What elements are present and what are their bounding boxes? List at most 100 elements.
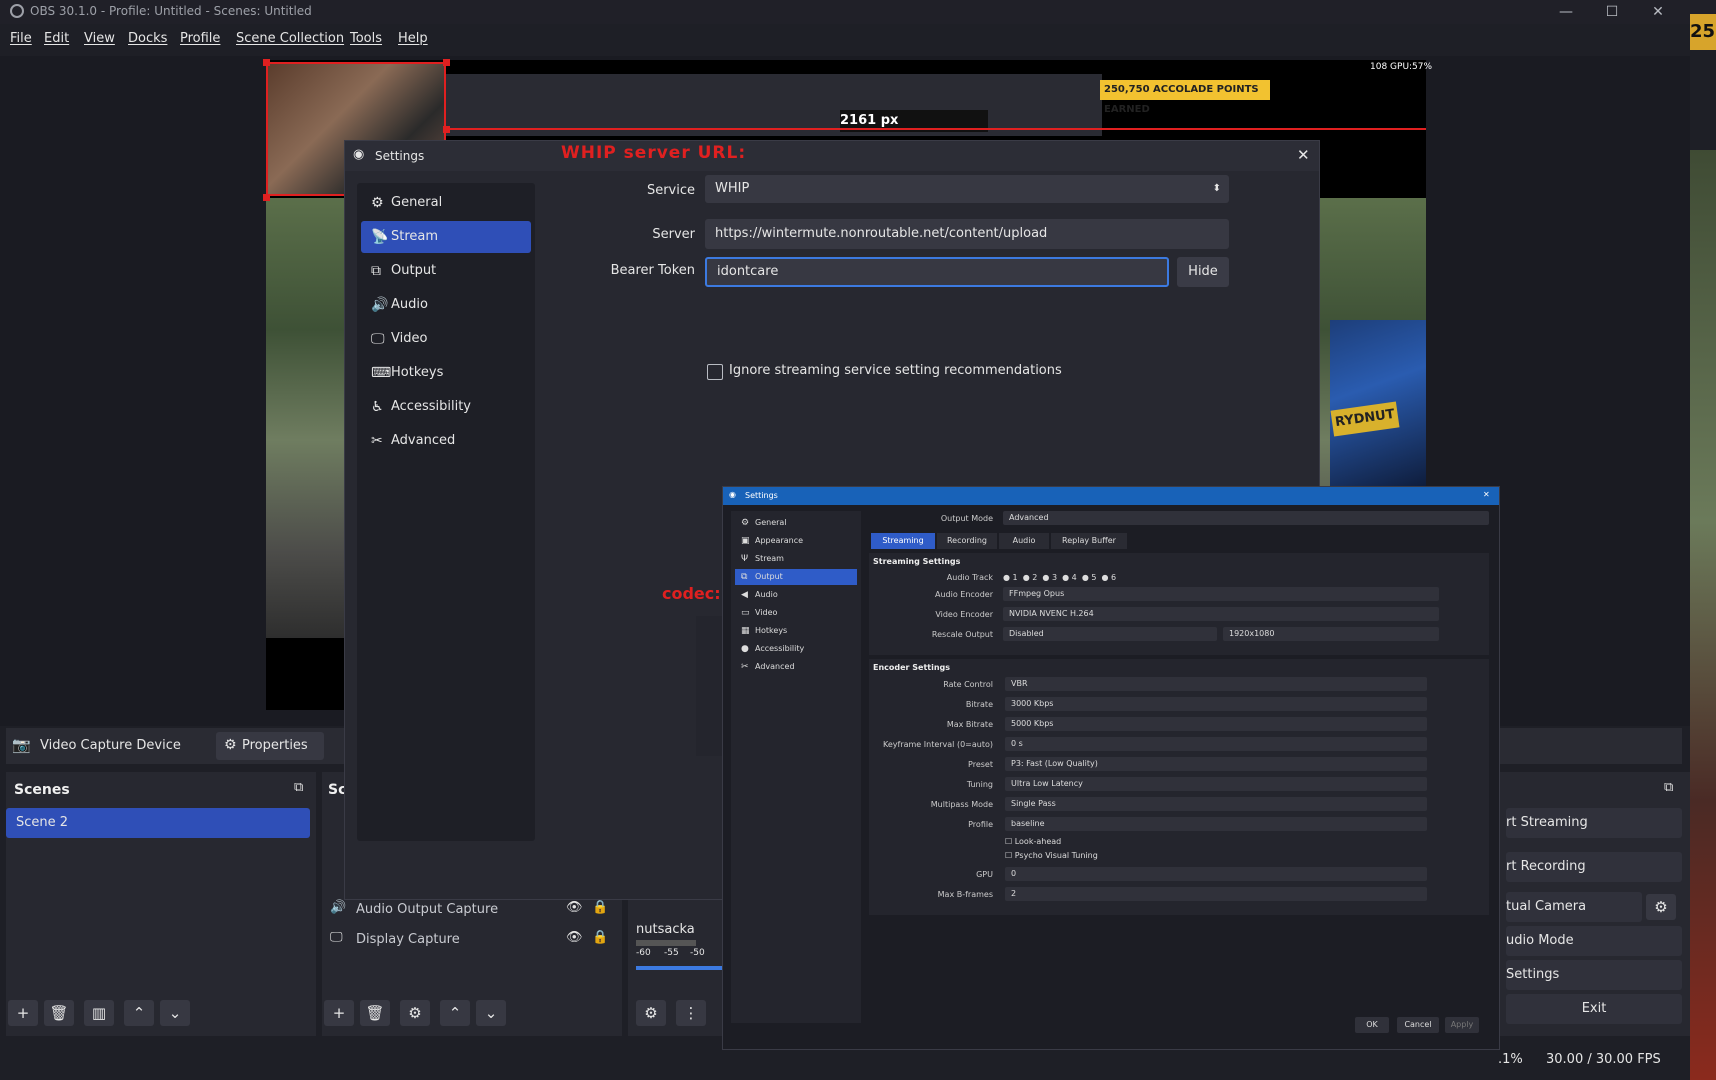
- menu-docks[interactable]: Docks: [128, 31, 167, 46]
- psycho-visual-checkbox[interactable]: ☐ Psycho Visual Tuning: [1005, 851, 1098, 860]
- remove-source-button[interactable]: 🗑: [360, 1000, 390, 1026]
- nav-audio[interactable]: 🔊 Audio: [361, 289, 531, 321]
- mixer-menu-button[interactable]: ⋮: [676, 1000, 706, 1026]
- bframes-spinner[interactable]: 2: [1005, 887, 1427, 901]
- close-icon[interactable]: ✕: [1638, 2, 1678, 22]
- cancel-button[interactable]: Cancel: [1397, 1017, 1439, 1033]
- keyboard-icon: ⌨: [371, 365, 392, 381]
- onav-stream[interactable]: Ψ Stream: [735, 551, 857, 567]
- settings-button[interactable]: Settings: [1506, 960, 1682, 990]
- mixer-settings-button[interactable]: ⚙: [636, 1000, 666, 1026]
- exit-button[interactable]: Exit: [1506, 994, 1682, 1024]
- nav-advanced[interactable]: ✂ Advanced: [361, 425, 531, 457]
- onav-audio[interactable]: ◀ Audio: [735, 587, 857, 603]
- keyframe-spinner[interactable]: 0 s: [1005, 737, 1427, 751]
- onav-general[interactable]: ⚙ General: [735, 515, 857, 531]
- scene-filters-button[interactable]: ▥: [84, 1000, 114, 1026]
- audio-encoder-select[interactable]: FFmpeg Opus: [1003, 587, 1439, 601]
- nav-stream[interactable]: 📡 Stream: [361, 221, 531, 253]
- move-down-button[interactable]: ⌄: [160, 1000, 190, 1026]
- resize-handle[interactable]: [443, 59, 450, 66]
- tab-audio[interactable]: Audio: [999, 533, 1049, 549]
- add-scene-button[interactable]: +: [8, 1000, 38, 1026]
- menu-tools[interactable]: Tools: [350, 31, 382, 46]
- button-label: rt Recording: [1506, 859, 1586, 874]
- volume-slider[interactable]: [636, 966, 726, 970]
- virtual-camera-button[interactable]: tual Camera: [1506, 892, 1642, 922]
- rescale-select[interactable]: Disabled: [1003, 627, 1217, 641]
- start-streaming-button[interactable]: rt Streaming: [1506, 808, 1682, 838]
- output-mode-select[interactable]: Advanced: [1003, 511, 1489, 525]
- resize-handle[interactable]: [263, 59, 270, 66]
- service-select[interactable]: WHIP ⬍: [705, 175, 1229, 203]
- bitrate-spinner[interactable]: 3000 Kbps: [1005, 697, 1427, 711]
- nav-label: Video: [391, 331, 428, 346]
- ignore-recommendations-checkbox[interactable]: [707, 364, 723, 380]
- onav-video[interactable]: ▭ Video: [735, 605, 857, 621]
- close-icon[interactable]: ✕: [1297, 146, 1310, 164]
- properties-button[interactable]: ⚙ Properties: [216, 732, 324, 760]
- lookahead-checkbox[interactable]: ☐ Look-ahead: [1005, 837, 1061, 846]
- apply-button[interactable]: Apply: [1445, 1017, 1479, 1033]
- source-item[interactable]: 🖵 Display Capture 👁 🔒: [326, 928, 616, 952]
- eye-icon[interactable]: 👁: [566, 930, 583, 945]
- multipass-select[interactable]: Single Pass: [1005, 797, 1427, 811]
- preset-select[interactable]: P3: Fast (Low Quality): [1005, 757, 1427, 771]
- menu-bar: File Edit View Docks Profile Scene Colle…: [0, 26, 1690, 54]
- undock-icon[interactable]: ⧉: [294, 780, 303, 795]
- tab-streaming[interactable]: Streaming: [871, 533, 935, 549]
- close-icon[interactable]: ✕: [1483, 490, 1490, 499]
- add-source-button[interactable]: +: [324, 1000, 354, 1026]
- nav-accessibility[interactable]: ♿ Accessibility: [361, 391, 531, 423]
- source-up-button[interactable]: ⌃: [440, 1000, 470, 1026]
- menu-help[interactable]: Help: [398, 31, 428, 46]
- onav-output[interactable]: ⧉ Output: [735, 569, 857, 585]
- menu-file[interactable]: File: [10, 31, 32, 46]
- eye-icon[interactable]: 👁: [566, 900, 583, 915]
- start-recording-button[interactable]: rt Recording: [1506, 852, 1682, 882]
- onav-appearance[interactable]: ▣ Appearance: [735, 533, 857, 549]
- undock-icon[interactable]: ⧉: [1664, 780, 1673, 795]
- tuning-select[interactable]: Ultra Low Latency: [1005, 777, 1427, 791]
- menu-edit[interactable]: Edit: [44, 31, 69, 46]
- onav-hotkeys[interactable]: ▦ Hotkeys: [735, 623, 857, 639]
- virtual-camera-settings-icon[interactable]: ⚙: [1646, 894, 1676, 920]
- bearer-token-input[interactable]: idontcare: [705, 257, 1169, 287]
- nav-general[interactable]: ⚙ General: [361, 187, 531, 219]
- menu-view[interactable]: View: [84, 31, 115, 46]
- selection-line: [446, 128, 1426, 130]
- source-properties-button[interactable]: ⚙: [400, 1000, 430, 1026]
- minimize-icon[interactable]: —: [1546, 2, 1586, 22]
- menu-profile[interactable]: Profile: [180, 31, 220, 46]
- track-label: 3: [1051, 573, 1058, 582]
- nav-hotkeys[interactable]: ⌨ Hotkeys: [361, 357, 531, 389]
- move-up-button[interactable]: ⌃: [124, 1000, 154, 1026]
- max-bitrate-spinner[interactable]: 5000 Kbps: [1005, 717, 1427, 731]
- nav-output[interactable]: ⧉ Output: [361, 255, 531, 287]
- scene-item[interactable]: Scene 2: [6, 808, 310, 838]
- profile-select[interactable]: baseline: [1005, 817, 1427, 831]
- resize-handle[interactable]: [443, 126, 450, 133]
- lock-icon[interactable]: 🔒: [592, 900, 608, 915]
- source-down-button[interactable]: ⌄: [476, 1000, 506, 1026]
- onav-accessibility[interactable]: ● Accessibility: [735, 641, 857, 657]
- ok-button[interactable]: OK: [1355, 1017, 1389, 1033]
- remove-scene-button[interactable]: 🗑: [44, 1000, 74, 1026]
- nav-video[interactable]: 🖵 Video: [361, 323, 531, 355]
- gpu-spinner[interactable]: 0: [1005, 867, 1427, 881]
- server-input[interactable]: https://wintermute.nonroutable.net/conte…: [705, 219, 1229, 249]
- source-item[interactable]: 🔊 Audio Output Capture 👁 🔒: [326, 898, 616, 922]
- tab-recording[interactable]: Recording: [937, 533, 997, 549]
- studio-mode-button[interactable]: udio Mode: [1506, 926, 1682, 956]
- rate-control-select[interactable]: VBR: [1005, 677, 1427, 691]
- hide-button[interactable]: Hide: [1177, 257, 1229, 287]
- tab-replay-buffer[interactable]: Replay Buffer: [1051, 533, 1127, 549]
- maximize-icon[interactable]: ☐: [1592, 2, 1632, 22]
- menu-scene-collection[interactable]: Scene Collection: [236, 31, 344, 46]
- audio-track-radios[interactable]: ● 1 ● 2 ● 3 ● 4 ● 5 ● 6: [1003, 573, 1116, 582]
- video-encoder-select[interactable]: NVIDIA NVENC H.264: [1003, 607, 1439, 621]
- onav-advanced[interactable]: ✂ Advanced: [735, 659, 857, 675]
- rescale-resolution-select[interactable]: 1920x1080: [1223, 627, 1439, 641]
- lock-icon[interactable]: 🔒: [592, 930, 608, 945]
- resize-handle[interactable]: [263, 194, 270, 201]
